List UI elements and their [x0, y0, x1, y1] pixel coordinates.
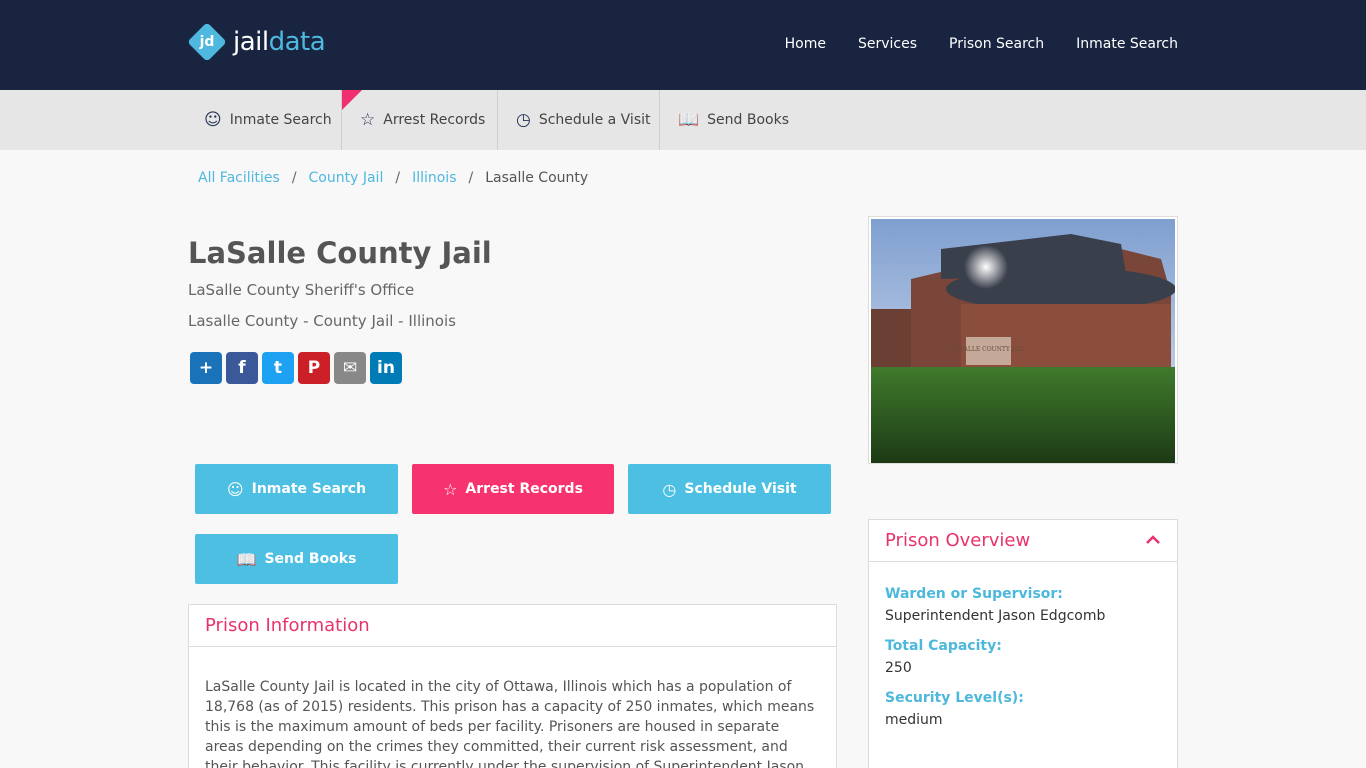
security-level-value: medium — [885, 712, 943, 728]
star-badge-icon: ☆ — [443, 479, 458, 499]
nav-home[interactable]: Home — [785, 36, 826, 52]
breadcrumb-separator: / — [291, 170, 297, 186]
subnav-send-books[interactable]: 📖 Send Books — [660, 90, 800, 150]
share-plus-icon[interactable]: + — [190, 352, 222, 384]
breadcrumb-separator: / — [395, 170, 401, 186]
new-ribbon — [342, 90, 362, 110]
facebook-icon[interactable]: f — [226, 352, 258, 384]
inmate-search-button[interactable]: ☺ Inmate Search — [195, 464, 398, 514]
capacity-value: 250 — [885, 660, 912, 676]
nav-inmate-search[interactable]: Inmate Search — [1076, 36, 1178, 52]
capacity-label: Total Capacity: — [885, 638, 1002, 654]
prison-overview-body: Warden or Supervisor: Superintendent Jas… — [869, 562, 1177, 728]
top-navigation: Home Services Prison Search Inmate Searc… — [785, 36, 1178, 52]
nav-services[interactable]: Services — [858, 36, 917, 52]
users-search-icon: ☺ — [204, 110, 222, 130]
prison-overview-panel: Prison Overview Warden or Supervisor: Su… — [868, 519, 1178, 768]
clock-check-icon: ◷ — [516, 110, 531, 130]
breadcrumb: All Facilities / County Jail / Illinois … — [198, 170, 588, 186]
page-title: LaSalle County Jail — [188, 236, 492, 270]
breadcrumb-county-jail[interactable]: County Jail — [309, 170, 384, 186]
share-buttons: + f t P ✉ in — [190, 352, 402, 384]
users-search-icon: ☺ — [226, 479, 244, 499]
open-book-icon: 📖 — [678, 110, 700, 130]
warden-value: Superintendent Jason Edgcomb — [885, 608, 1106, 624]
breadcrumb-current: Lasalle County — [485, 170, 589, 186]
breadcrumb-separator: / — [468, 170, 474, 186]
site-logo[interactable]: jd jaildata — [187, 22, 326, 62]
nav-prison-search[interactable]: Prison Search — [949, 36, 1044, 52]
clock-check-icon: ◷ — [662, 479, 677, 499]
email-icon[interactable]: ✉ — [334, 352, 366, 384]
star-badge-icon: ☆ — [360, 110, 376, 130]
sub-navigation: ☺ Inmate Search ☆ Arrest Records ◷ Sched… — [0, 90, 1366, 150]
twitter-icon[interactable]: t — [262, 352, 294, 384]
site-header: jd jaildata Home Services Prison Search … — [0, 0, 1366, 90]
prison-information-panel: Prison Information LaSalle County Jail i… — [188, 604, 837, 768]
send-books-button[interactable]: 📖 Send Books — [195, 534, 398, 584]
logo-mark-icon: jd — [187, 22, 227, 62]
breadcrumb-illinois[interactable]: Illinois — [412, 170, 456, 186]
prison-information-heading: Prison Information — [189, 605, 836, 647]
chevron-up-icon[interactable] — [1145, 532, 1161, 548]
prison-information-text: LaSalle County Jail is located in the ci… — [205, 679, 815, 768]
breadcrumb-all-facilities[interactable]: All Facilities — [198, 170, 280, 186]
schedule-visit-button[interactable]: ◷ Schedule Visit — [628, 464, 831, 514]
subnav-schedule-visit[interactable]: ◷ Schedule a Visit — [498, 90, 660, 150]
warden-label: Warden or Supervisor: — [885, 586, 1063, 602]
linkedin-icon[interactable]: in — [370, 352, 402, 384]
pinterest-icon[interactable]: P — [298, 352, 330, 384]
open-book-icon: 📖 — [236, 549, 257, 569]
security-level-label: Security Level(s): — [885, 690, 1024, 706]
facility-photo: LASALLE COUNTY JAIL — [868, 216, 1178, 464]
page-location: Lasalle County - County Jail - Illinois — [188, 312, 456, 330]
subnav-inmate-search[interactable]: ☺ Inmate Search — [186, 90, 342, 150]
subnav-arrest-records[interactable]: ☆ Arrest Records — [342, 90, 498, 150]
logo-text: jaildata — [233, 27, 326, 57]
prison-overview-header[interactable]: Prison Overview — [869, 520, 1177, 562]
prison-overview-heading: Prison Overview — [885, 530, 1031, 551]
photo-sign-text: LASALLE COUNTY JAIL — [951, 346, 1025, 353]
arrest-records-button[interactable]: ☆ Arrest Records — [412, 464, 614, 514]
page-subtitle: LaSalle County Sheriff's Office — [188, 281, 415, 299]
